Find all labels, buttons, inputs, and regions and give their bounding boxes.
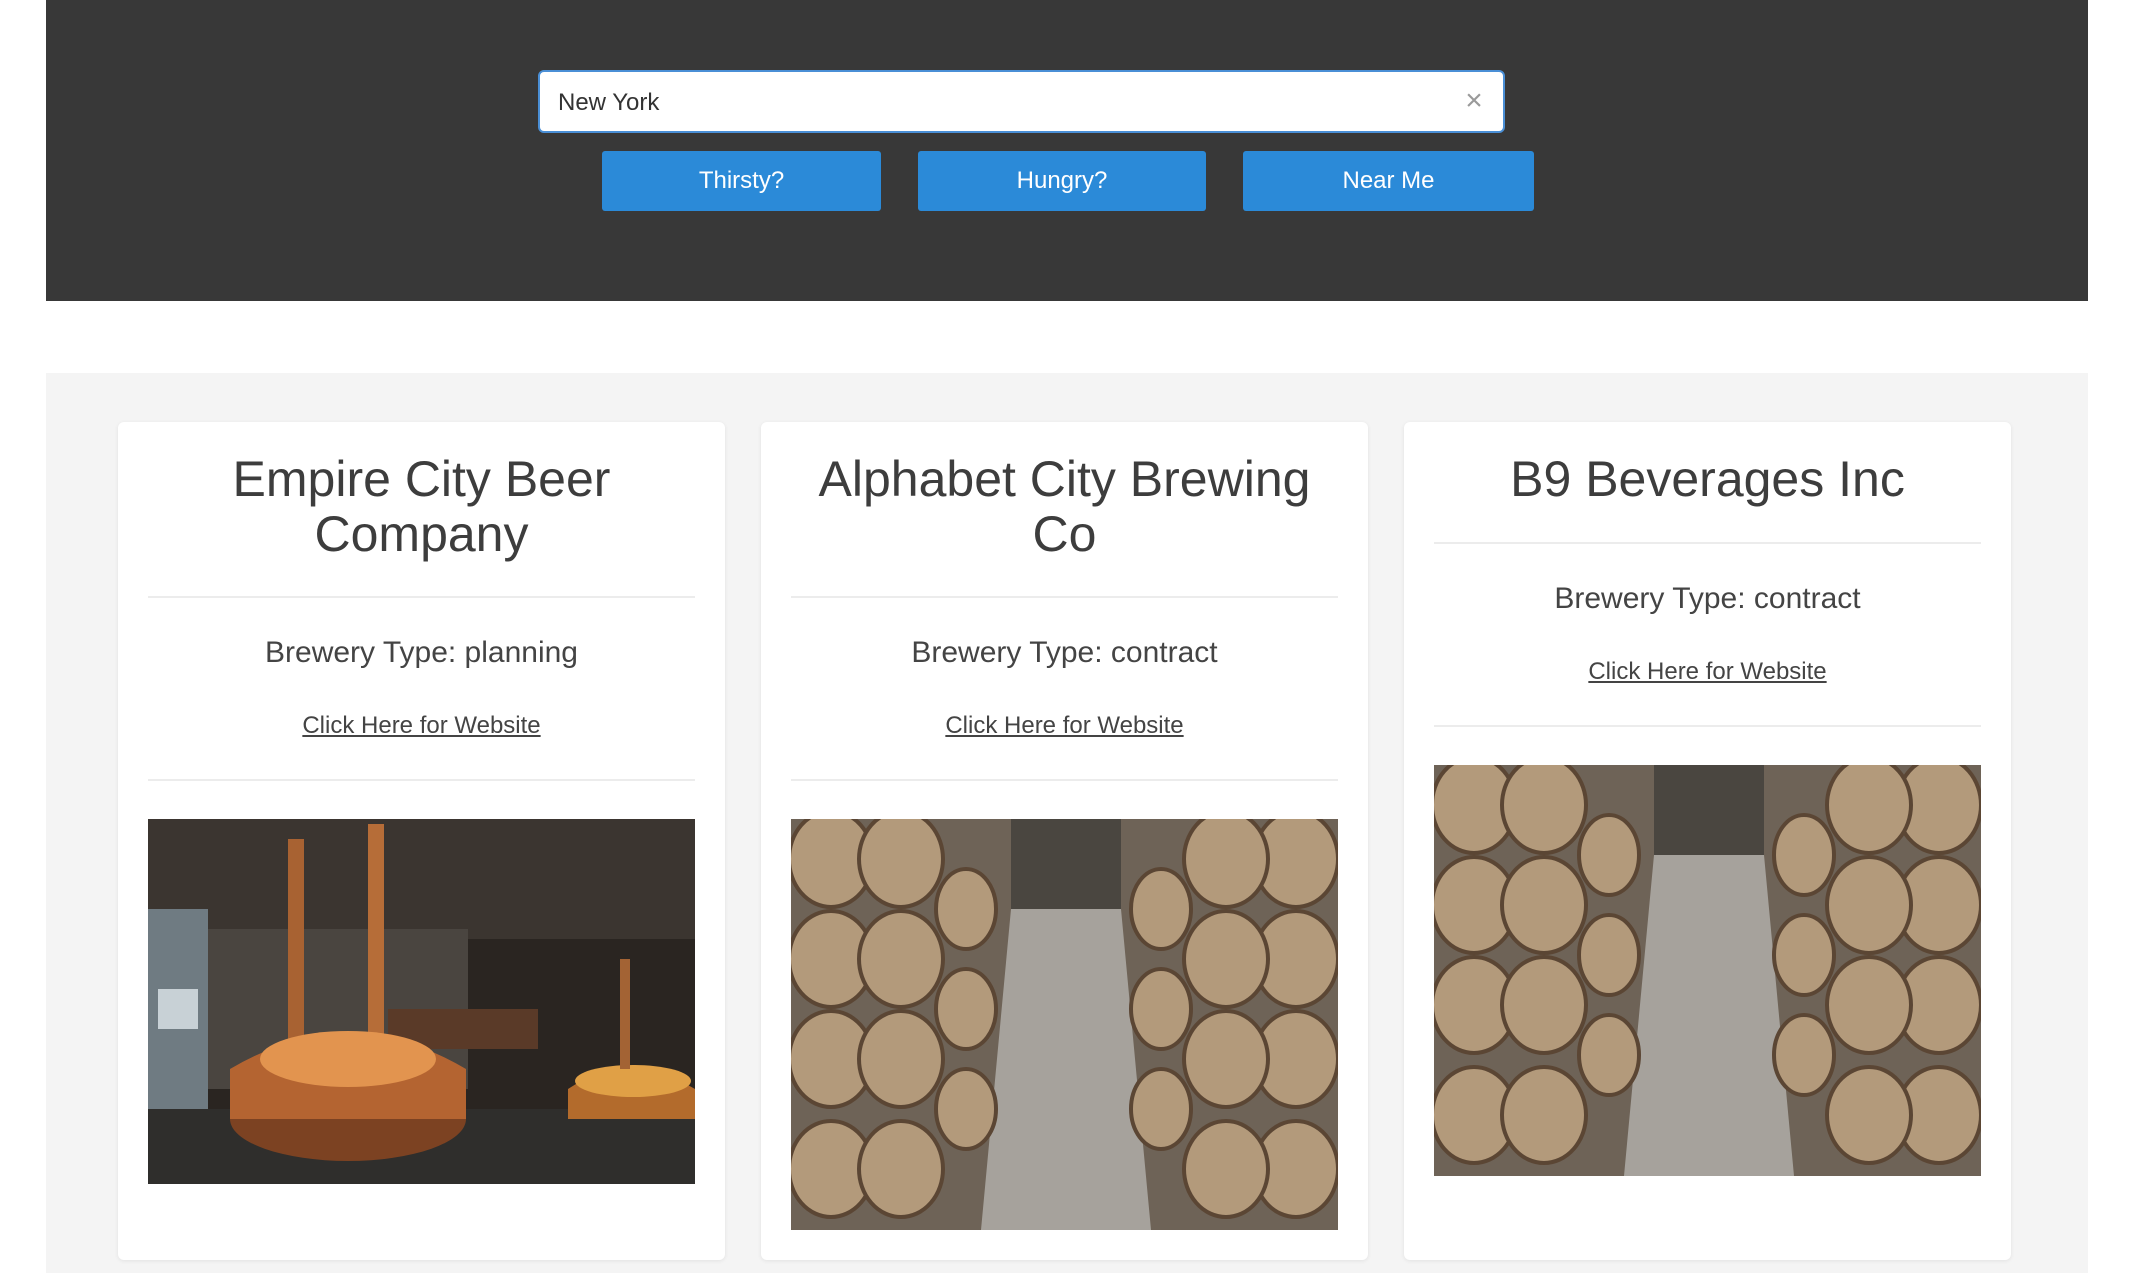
divider: [791, 779, 1338, 781]
brewery-image: [148, 819, 695, 1184]
search-box[interactable]: ×: [538, 70, 1505, 133]
brewery-type: Brewery Type: contract: [1554, 582, 1861, 615]
website-link[interactable]: Click Here for Website: [1434, 658, 1981, 686]
brewery-type: Brewery Type: contract: [911, 636, 1218, 669]
brewery-card: Empire City Beer Company Brewery Type: p…: [118, 422, 725, 1260]
brewery-name: Alphabet City Brewing Co: [818, 451, 1311, 562]
divider: [791, 596, 1338, 598]
brewery-card: Alphabet City Brewing Co Brewery Type: c…: [761, 422, 1368, 1260]
brewery-card: B9 Beverages Inc Brewery Type: contract …: [1404, 422, 2011, 1260]
search-input[interactable]: [556, 72, 1440, 133]
near-me-button[interactable]: Near Me: [1243, 151, 1534, 211]
brewery-image: [791, 819, 1338, 1230]
thirsty-button[interactable]: Thirsty?: [602, 151, 881, 211]
divider: [1434, 725, 1981, 727]
divider: [148, 596, 695, 598]
brewery-name: B9 Beverages Inc: [1510, 451, 1905, 507]
brewery-name: Empire City Beer Company: [232, 451, 611, 562]
divider: [1434, 542, 1981, 544]
website-link[interactable]: Click Here for Website: [791, 712, 1338, 740]
brewery-image: [1434, 765, 1981, 1176]
hungry-button[interactable]: Hungry?: [918, 151, 1206, 211]
close-icon[interactable]: ×: [1459, 86, 1489, 116]
brewery-type: Brewery Type: planning: [265, 636, 578, 669]
divider: [148, 779, 695, 781]
website-link[interactable]: Click Here for Website: [148, 712, 695, 740]
